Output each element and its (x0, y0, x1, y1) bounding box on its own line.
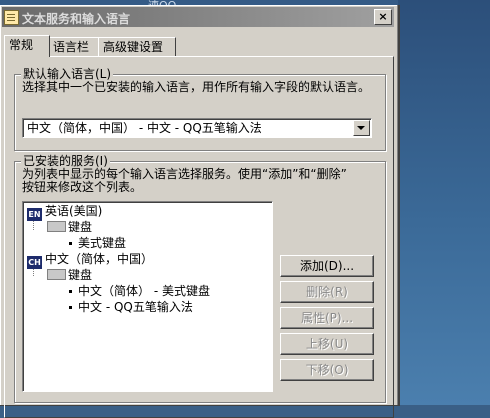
en-language-badge: EN (27, 208, 42, 221)
ch-language-badge: CH (27, 256, 42, 269)
default-language-description: 选择其中一个已安装的输入语言，用作所有输入字段的默认语言。 (22, 80, 371, 94)
tree-item-label: 英语(美国) (45, 204, 103, 218)
tree-item-label: 键盘 (68, 268, 93, 282)
desktop-background (398, 0, 490, 405)
tree-item-label: 中文 - QQ五笔输入法 (78, 300, 193, 314)
notepad-icon (4, 10, 19, 25)
default-language-select[interactable]: 中文（简体，中国） - 中文 - QQ五笔输入法 (22, 118, 372, 138)
title-bar[interactable]: 文本服务和输入语言 × (2, 7, 394, 27)
properties-button[interactable]: 属性(P)... (280, 307, 374, 329)
tree-item-label: 中文（简体，中国） (45, 252, 154, 266)
add-button[interactable]: 添加(D)... (280, 255, 374, 277)
default-language-selected-value: 中文（简体，中国） - 中文 - QQ五笔输入法 (27, 121, 262, 135)
installed-services-tree[interactable]: EN 英语(美国) 键盘 美式键盘 CH 中文（简体，中国） 键盘 中文（简体） -… (22, 201, 273, 392)
tab-advanced-key-settings[interactable]: 高级键设置 (98, 37, 176, 57)
tree-item-label: 美式键盘 (78, 236, 127, 250)
installed-services-description-line2: 按钮来修改这个列表。 (22, 180, 143, 194)
keyboard-icon (47, 269, 66, 280)
tree-item-english-us[interactable]: EN 英语(美国) (27, 204, 102, 221)
bullet-icon (69, 306, 72, 309)
default-language-group-title: 默认输入语言(L) (21, 67, 114, 81)
tree-item-keyboard[interactable]: 键盘 (47, 268, 92, 283)
close-button[interactable]: × (374, 9, 392, 25)
installed-services-group-title: 已安装的服务(I) (21, 154, 110, 168)
tab-language-bar[interactable]: 语言栏 (48, 37, 102, 57)
tree-item-label: 键盘 (68, 220, 93, 234)
tree-item-label: 中文（简体） - 美式键盘 (78, 284, 210, 298)
tree-item-keyboard[interactable]: 键盘 (47, 220, 92, 235)
text-services-dialog: 文本服务和输入语言 × 常规 语言栏 高级键设置 默认输入语言(L) 选择其中一… (0, 5, 400, 418)
remove-button[interactable]: 删除(R) (280, 281, 374, 303)
bullet-icon (69, 242, 72, 245)
window-title: 文本服务和输入语言 (22, 12, 131, 26)
move-up-button[interactable]: 上移(U) (280, 333, 374, 355)
tree-item-us-keyboard[interactable]: 美式键盘 (69, 236, 126, 251)
tree-item-qq-wubi[interactable]: 中文 - QQ五笔输入法 (69, 300, 193, 315)
tab-general[interactable]: 常规 (4, 35, 50, 57)
tree-item-chinese-simplified[interactable]: CH 中文（简体，中国） (27, 252, 153, 269)
chevron-down-icon[interactable] (353, 120, 370, 136)
move-down-button[interactable]: 下移(O) (280, 359, 374, 381)
tree-item-chinese-us-keyboard[interactable]: 中文（简体） - 美式键盘 (69, 284, 210, 299)
bullet-icon (69, 290, 72, 293)
keyboard-icon (47, 221, 66, 232)
